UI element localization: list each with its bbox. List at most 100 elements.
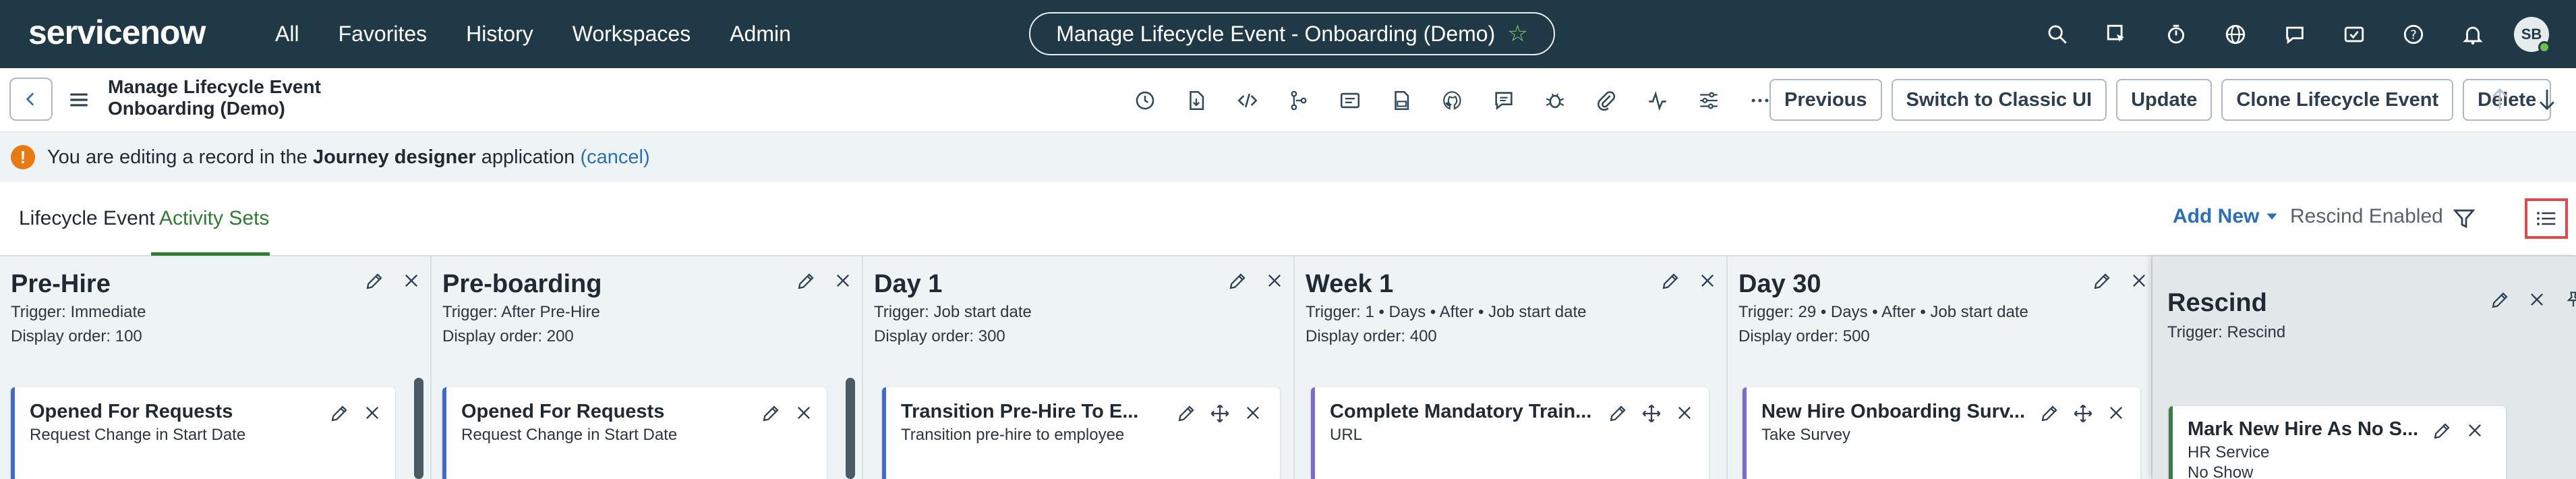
filter-icon[interactable]: [2452, 206, 2476, 234]
print-icon[interactable]: [1386, 86, 1416, 115]
nav-workspaces[interactable]: Workspaces: [573, 20, 691, 47]
move-icon[interactable]: [1641, 403, 1662, 424]
activity-card[interactable]: Opened For Requests Request Change in St…: [11, 387, 395, 479]
edit-pencil-icon[interactable]: [329, 403, 349, 424]
edit-pencil-icon[interactable]: [2432, 421, 2452, 441]
activity-card[interactable]: Opened For Requests Request Change in St…: [442, 387, 827, 479]
approval-icon[interactable]: [2336, 16, 2372, 53]
bell-icon[interactable]: [2455, 16, 2491, 53]
nav-all[interactable]: All: [275, 20, 299, 47]
column-scrollbar[interactable]: [846, 378, 855, 479]
edit-pencil-icon[interactable]: [1608, 403, 1628, 424]
column-rescind: Rescind Trigger: Rescind Mark New Hire A…: [2153, 256, 2576, 479]
hierarchy-icon[interactable]: [1284, 86, 1314, 115]
move-icon[interactable]: [1210, 403, 1230, 424]
card-actions: [1176, 403, 1262, 424]
column-header: Day 1 Trigger: Job start date Display or…: [863, 256, 1293, 389]
edit-pencil-icon[interactable]: [364, 271, 384, 291]
back-button[interactable]: [9, 78, 53, 121]
hamburger-menu-icon[interactable]: [66, 87, 92, 116]
tab-lifecycle-event[interactable]: Lifecycle Event: [19, 205, 155, 232]
previous-button[interactable]: Previous: [1769, 79, 1882, 121]
cursor-select-icon[interactable]: [2099, 16, 2135, 53]
column-trigger: Trigger: Job start date: [874, 303, 1032, 321]
close-icon[interactable]: [833, 271, 852, 290]
nav-favorites[interactable]: Favorites: [339, 20, 428, 47]
card-actions: [1608, 403, 1694, 424]
switch-classic-ui-button[interactable]: Switch to Classic UI: [1891, 79, 2107, 121]
record-header: Manage Lifecycle Event Onboarding (Demo)…: [0, 68, 2576, 132]
chat-icon[interactable]: [2277, 16, 2313, 53]
column-header: Week 1 Trigger: 1 • Days • After • Job s…: [1295, 256, 1726, 389]
form-icon[interactable]: [1335, 86, 1365, 115]
close-icon[interactable]: [1243, 403, 1262, 422]
record-actions: Previous Switch to Classic UI Update Clo…: [1769, 79, 2552, 121]
github-icon[interactable]: [1438, 86, 1467, 115]
servicenow-logo[interactable]: servicenow: [28, 13, 206, 51]
user-avatar[interactable]: SB: [2514, 17, 2550, 53]
list-view-button[interactable]: [2525, 198, 2568, 239]
banner-cancel-link[interactable]: (cancel): [580, 146, 649, 169]
close-icon[interactable]: [1675, 403, 1694, 422]
edit-pencil-icon[interactable]: [2092, 271, 2112, 291]
activity-card[interactable]: Complete Mandatory Train... URL: [1311, 387, 1709, 479]
card-subtitle: Request Change in Start Date: [461, 426, 678, 444]
attachment-icon[interactable]: [1591, 86, 1621, 115]
add-new-dropdown[interactable]: Add New: [2173, 205, 2278, 228]
edit-pencil-icon[interactable]: [1660, 271, 1680, 291]
edit-pencil-icon[interactable]: [2490, 290, 2510, 310]
arrow-up-icon[interactable]: [2488, 86, 2511, 113]
nav-history[interactable]: History: [466, 20, 533, 47]
column-actions: [2092, 271, 2148, 291]
close-icon[interactable]: [402, 271, 421, 290]
edit-pencil-icon[interactable]: [761, 403, 781, 424]
history-icon[interactable]: [1130, 86, 1160, 115]
arrow-down-icon[interactable]: [2536, 86, 2558, 113]
close-icon[interactable]: [794, 403, 813, 422]
code-icon[interactable]: [1233, 86, 1262, 115]
activity-card[interactable]: New Hire Onboarding Surv... Take Survey: [1743, 387, 2140, 479]
export-doc-icon[interactable]: [1181, 86, 1211, 115]
pin-icon[interactable]: [2564, 290, 2576, 309]
presence-dot: [2538, 41, 2550, 53]
activity-card[interactable]: Transition Pre-Hire To E... Transition p…: [882, 387, 1280, 479]
debug-icon[interactable]: [1540, 86, 1570, 115]
close-icon[interactable]: [2465, 421, 2484, 440]
nav-icons: ? SB: [2039, 16, 2550, 53]
column-pre-boarding: Pre-boarding Trigger: After Pre-Hire Dis…: [432, 256, 863, 479]
clone-lifecycle-event-button[interactable]: Clone Lifecycle Event: [2221, 79, 2454, 121]
close-icon[interactable]: [2527, 290, 2546, 309]
activity-icon[interactable]: [1643, 86, 1672, 115]
edit-pencil-icon[interactable]: [1227, 271, 1248, 291]
close-icon[interactable]: [1265, 271, 1284, 290]
top-nav: servicenow All Favorites History Workspa…: [0, 0, 2576, 68]
close-icon[interactable]: [2107, 403, 2126, 422]
tab-activity-sets[interactable]: Activity Sets: [159, 205, 269, 232]
edit-pencil-icon[interactable]: [1176, 403, 1196, 424]
column-display-order: Display order: 500: [1738, 327, 1870, 345]
move-icon[interactable]: [2073, 403, 2093, 424]
comment-icon[interactable]: [1489, 86, 1519, 115]
help-icon[interactable]: ?: [2395, 16, 2432, 53]
rescind-activity-card[interactable]: Mark New Hire As No S... HR Service No S…: [2169, 406, 2506, 479]
edit-pencil-icon[interactable]: [796, 271, 816, 291]
globe-icon[interactable]: [2217, 16, 2254, 53]
nav-admin[interactable]: Admin: [730, 20, 791, 47]
search-icon[interactable]: [2039, 16, 2076, 53]
card-actions: [329, 403, 382, 424]
card-subtitle: Request Change in Start Date: [30, 426, 246, 444]
context-title-pill[interactable]: Manage Lifecycle Event - Onboarding (Dem…: [1029, 12, 1555, 55]
close-icon[interactable]: [1698, 271, 1717, 290]
edit-pencil-icon[interactable]: [2039, 403, 2059, 424]
settings-sliders-icon[interactable]: [1694, 86, 1724, 115]
close-icon[interactable]: [363, 403, 382, 422]
column-title: Day 1: [874, 270, 943, 298]
card-actions: [2432, 421, 2484, 441]
column-header: Pre-boarding Trigger: After Pre-Hire Dis…: [432, 256, 862, 389]
stopwatch-icon[interactable]: [2158, 16, 2194, 53]
update-button[interactable]: Update: [2116, 79, 2213, 121]
close-icon[interactable]: [2130, 271, 2148, 290]
favorite-star-icon[interactable]: ☆: [1507, 20, 1527, 47]
column-scrollbar[interactable]: [414, 378, 423, 479]
card-actions: [761, 403, 813, 424]
